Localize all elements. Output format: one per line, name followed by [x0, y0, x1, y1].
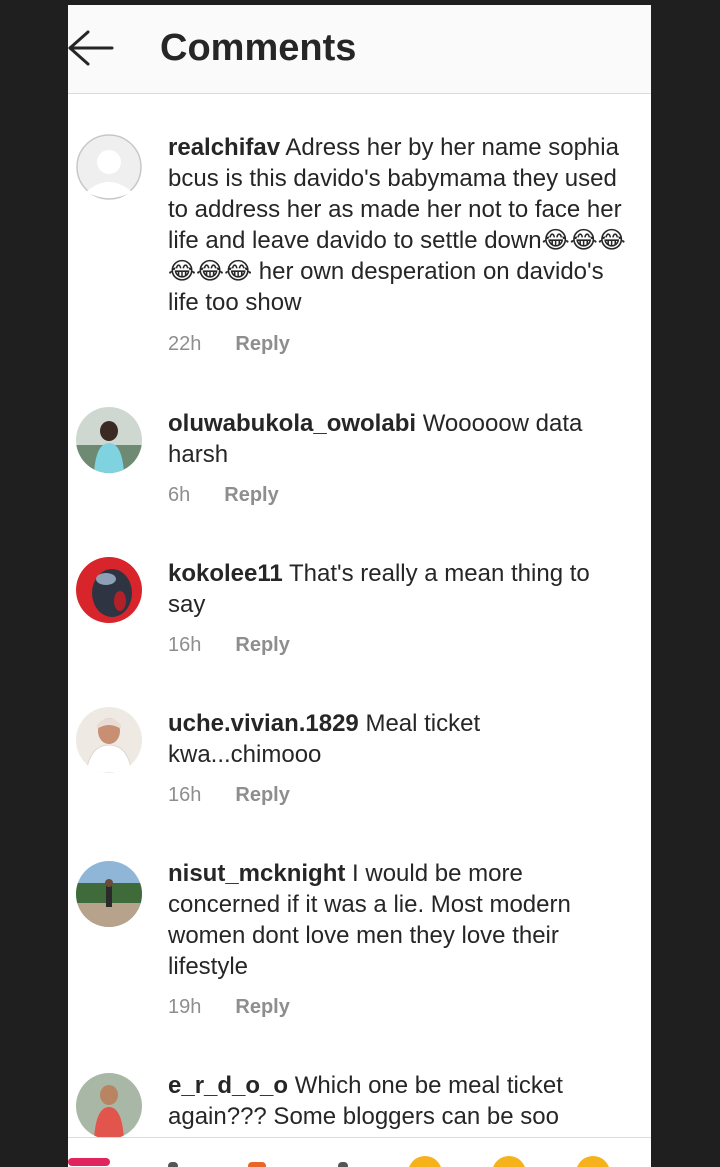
reply-button[interactable]: Reply	[235, 996, 289, 1018]
comment-meta: 6h Reply	[168, 483, 279, 507]
avatar[interactable]	[76, 557, 142, 623]
comment-username[interactable]: kokolee11	[168, 560, 283, 587]
emoji-icon[interactable]	[408, 1156, 442, 1167]
comment-time: 19h	[168, 996, 202, 1018]
comment-body: kokolee11 That's really a mean thing to …	[168, 558, 628, 620]
comment-meta: 22h Reply	[168, 332, 290, 356]
page-title: Comments	[160, 27, 357, 69]
avatar[interactable]	[76, 407, 142, 473]
comment-time: 6h	[168, 484, 191, 506]
avatar[interactable]	[76, 861, 142, 927]
comment-meta: 16h Reply	[168, 783, 290, 807]
comment-username[interactable]: realchifav	[168, 134, 280, 161]
avatar[interactable]	[76, 707, 142, 773]
comment-time: 16h	[168, 634, 202, 656]
comment-meta: 16h Reply	[168, 633, 290, 657]
comment-text: Adress her by her name sophia bcus is th…	[168, 134, 626, 316]
comment-meta: 19h Reply	[168, 995, 290, 1019]
reply-button[interactable]: Reply	[235, 784, 289, 806]
header-bar: Comments	[68, 5, 651, 94]
emoji-icon[interactable]	[492, 1156, 526, 1167]
comment-username[interactable]: uche.vivian.1829	[168, 710, 359, 737]
comments-screen: Comments realchifav Adress her by her na…	[68, 5, 651, 1167]
comment-username[interactable]: e_r_d_o_o	[168, 1072, 288, 1099]
comment-body: uche.vivian.1829 Meal ticket kwa...chimo…	[168, 708, 628, 770]
comment-time: 22h	[168, 333, 202, 355]
avatar-placeholder[interactable]	[76, 134, 142, 200]
arrow-left-icon[interactable]	[68, 27, 118, 69]
comment-body: nisut_mcknight I would be more concerned…	[168, 858, 628, 982]
heart-icon[interactable]	[68, 1158, 110, 1166]
comment-body: oluwabukola_owolabi Wooooow data harsh	[168, 408, 628, 470]
emoji-bar	[68, 1137, 651, 1167]
dot-icon	[168, 1162, 178, 1167]
reply-button[interactable]: Reply	[235, 634, 289, 656]
comment-username[interactable]: oluwabukola_owolabi	[168, 410, 416, 437]
emoji-icon[interactable]	[576, 1156, 610, 1167]
avatar[interactable]	[76, 1073, 142, 1139]
dot-icon	[338, 1162, 348, 1167]
reply-button[interactable]: Reply	[224, 484, 278, 506]
comment-body: realchifav Adress her by her name sophia…	[168, 132, 628, 318]
comment-time: 16h	[168, 784, 202, 806]
comment-username[interactable]: nisut_mcknight	[168, 860, 345, 887]
reply-button[interactable]: Reply	[235, 333, 289, 355]
clap-icon[interactable]	[248, 1162, 266, 1167]
